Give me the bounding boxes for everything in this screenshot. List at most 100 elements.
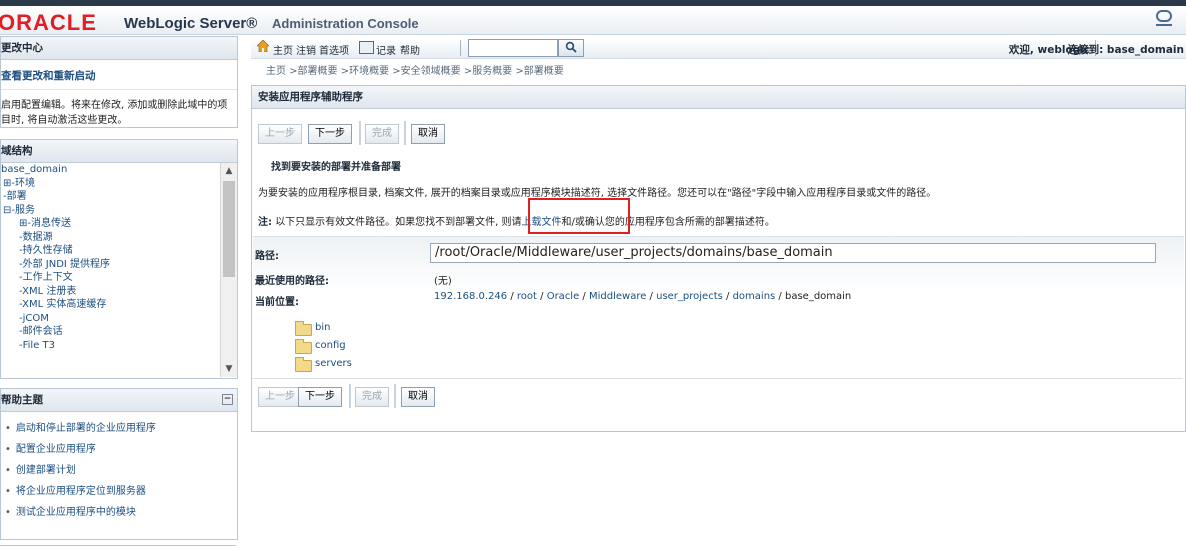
home-icon[interactable] [257, 40, 269, 52]
help-topics-title-text: 帮助主题 [1, 394, 43, 406]
location-separator: / [775, 291, 785, 302]
install-assistant-panel: 安装应用程序辅助程序 上一步 下一步 完成 取消 找到要安装的部署并准备部署 为… [251, 85, 1186, 432]
finish-button[interactable]: 完成 [365, 124, 399, 144]
change-center-text: 启用配置编辑。将来在修改, 添加或删除此域中的项目时, 将自动激活这些更改。 [1, 100, 228, 126]
domain-structure-panel: 域结构 base_domain ⊞-环境 -部署 ⊟-服务 ⊞-消息传送 -数据源 -持久性… [0, 139, 238, 379]
domain-tree-items: base_domain ⊞-环境 -部署 ⊟-服务 ⊞-消息传送 -数据源 -持久性存储 -外… [1, 163, 219, 352]
next-button[interactable]: 下一步 [308, 124, 352, 144]
assistant-description: 为要安装的应用程序根目录, 档案文件, 展开的档案目录或应用程序模块描述符, 选… [258, 188, 937, 199]
console-toolbar: 主页 注销 首选项 记录 帮助 欢迎, weblogic 连接到: base_d… [251, 38, 1186, 59]
scroll-down-icon[interactable]: ▼ [221, 361, 237, 377]
folder-item[interactable]: bin [293, 317, 352, 336]
tree-item[interactable]: -数据源 [1, 231, 219, 245]
location-segment-link[interactable]: domains [733, 291, 776, 302]
product-name: WebLogic Server® [124, 15, 258, 32]
tree-item[interactable]: base_domain [1, 163, 219, 177]
tree-item[interactable]: ⊞-消息传送 [1, 217, 219, 231]
scroll-thumb[interactable] [223, 181, 235, 277]
folder-list: bin config servers [293, 317, 352, 372]
location-separator: / [646, 291, 657, 302]
help-topic-link[interactable]: 启动和停止部署的企业应用程序 [5, 418, 237, 439]
help-topic-link[interactable]: 测试企业应用程序中的模块 [5, 502, 237, 523]
finish-button[interactable]: 完成 [355, 387, 389, 407]
highlight-box [528, 198, 630, 234]
location-separator: / [536, 291, 547, 302]
current-location-label: 当前位置: [255, 297, 299, 308]
assistant-title: 安装应用程序辅助程序 [252, 86, 1185, 109]
location-segment-link[interactable]: 192.168.0.246 [434, 291, 507, 302]
collapse-icon[interactable]: − [222, 394, 233, 405]
assistant-note: 注: 以下只显示有效文件路径。如果您找不到部署文件, 则请上载文件和/或确认您的… [258, 213, 775, 228]
path-label: 路径: [255, 251, 279, 262]
tree-item[interactable]: -jCOM [1, 312, 219, 326]
location-current: base_domain [784, 291, 852, 302]
current-location-path: 192.168.0.246 / root / Oracle / Middlewa… [434, 291, 851, 302]
tree-item[interactable]: -持久性存储 [1, 244, 219, 258]
connected-to-text: 连接到: base_domain [1067, 44, 1184, 56]
console-banner: ORACLE WebLogic Server® Administration C… [0, 6, 1186, 35]
folder-name: servers [315, 358, 352, 369]
location-segment-link[interactable]: Middleware [589, 291, 646, 302]
button-separator [404, 121, 406, 145]
product-subtitle: Administration Console [272, 16, 419, 31]
location-separator: / [507, 291, 517, 302]
note-label: 注: [258, 217, 272, 228]
location-separator: / [722, 291, 733, 302]
cancel-button[interactable]: 取消 [401, 387, 435, 407]
change-center-title: 更改中心 [1, 37, 237, 60]
back-button[interactable]: 上一步 [258, 387, 302, 407]
breadcrumb[interactable]: 主页 >部署概要 >环境概要 >安全领域概要 >服务概要 >部署概要 [266, 62, 564, 77]
back-button[interactable]: 上一步 [258, 124, 302, 144]
search-input[interactable] [468, 39, 558, 57]
left-panel-edge [0, 545, 236, 549]
help-topic-link[interactable]: 创建部署计划 [5, 460, 237, 481]
tree-item[interactable]: -File T3 [1, 339, 219, 353]
path-input[interactable]: /root/Oracle/Middleware/user_projects/do… [430, 243, 1156, 263]
record-icon[interactable] [359, 41, 374, 54]
record-link[interactable]: 记录 [376, 42, 396, 57]
preferences-link[interactable]: 首选项 [319, 42, 349, 57]
button-separator [359, 121, 361, 145]
help-topic-link[interactable]: 将企业应用程序定位到服务器 [5, 481, 237, 502]
logout-link[interactable]: 注销 [296, 42, 316, 57]
note-text: 以下只显示有效文件路径。如果您找不到部署文件, 则请 [275, 217, 522, 228]
help-topics-title: 帮助主题 − [1, 389, 237, 412]
location-separator: / [579, 291, 589, 302]
search-icon [565, 41, 577, 53]
tree-item[interactable]: -部署 [1, 190, 219, 204]
toolbar-separator [460, 40, 461, 56]
domain-structure-title: 域结构 [1, 140, 237, 163]
button-separator [394, 384, 396, 408]
tree-item[interactable]: -XML 注册表 [1, 285, 219, 299]
folder-name: config [315, 340, 346, 351]
help-topic-link[interactable]: 配置企业应用程序 [5, 439, 237, 460]
tree-item[interactable]: -工作上下文 [1, 271, 219, 285]
form-divider [252, 378, 1183, 379]
home-link[interactable]: 主页 [273, 42, 293, 57]
scroll-up-icon[interactable]: ▲ [221, 163, 237, 179]
folder-item[interactable]: config [293, 335, 352, 354]
search-button[interactable] [558, 39, 584, 57]
tree-item[interactable]: -外部 JNDI 提供程序 [1, 258, 219, 272]
oracle-ring-icon [1156, 10, 1172, 26]
oracle-logo: ORACLE [0, 10, 97, 35]
recent-path-label: 最近使用的路径: [255, 276, 329, 287]
help-topics-list: 启动和停止部署的企业应用程序配置企业应用程序创建部署计划将企业应用程序定位到服务… [1, 412, 237, 529]
tree-item[interactable]: ⊟-服务 [1, 204, 219, 218]
tree-item[interactable]: -邮件会话 [1, 325, 219, 339]
cancel-button[interactable]: 取消 [411, 124, 445, 144]
tree-item[interactable]: ⊞-环境 [1, 177, 219, 191]
folder-item[interactable]: servers [293, 353, 352, 372]
tree-item[interactable]: -XML 实体高速缓存 [1, 298, 219, 312]
recent-path-value: (无) [434, 276, 452, 287]
folder-icon [295, 357, 312, 372]
location-segment-link[interactable]: root [517, 291, 537, 302]
next-button[interactable]: 下一步 [298, 387, 342, 407]
view-changes-link[interactable]: 查看更改和重新启动 [1, 60, 237, 90]
help-link[interactable]: 帮助 [400, 42, 420, 57]
tree-scrollbar[interactable]: ▲ ▼ [220, 163, 237, 377]
folder-name: bin [315, 322, 331, 333]
location-segment-link[interactable]: Oracle [547, 291, 580, 302]
location-segment-link[interactable]: user_projects [656, 291, 723, 302]
left-column: 更改中心 查看更改和重新启动 启用配置编辑。将来在修改, 添加或删除此域中的项目… [0, 36, 240, 548]
